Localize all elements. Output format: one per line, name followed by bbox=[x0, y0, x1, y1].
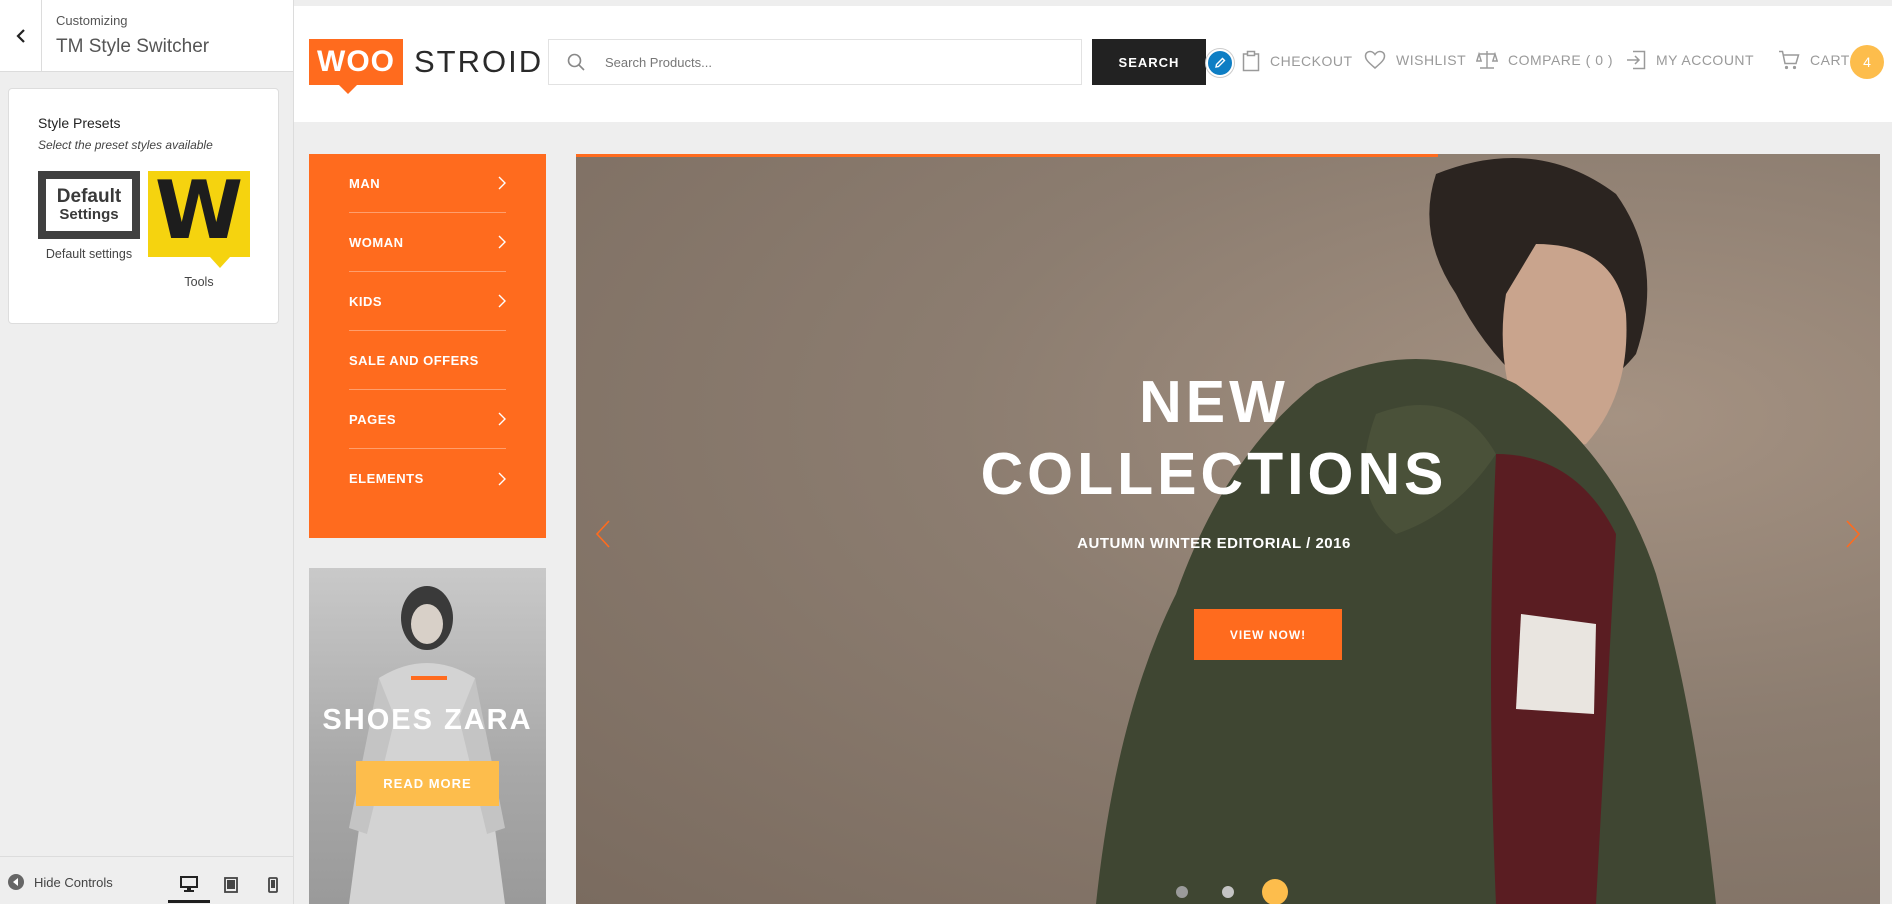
category-item-woman[interactable]: WOMAN bbox=[349, 213, 506, 272]
logo-wordmark: STROID bbox=[414, 44, 544, 79]
search-box bbox=[548, 39, 1082, 85]
slider-dot-3-active[interactable] bbox=[1262, 879, 1288, 904]
site-header: WOO STROID SEARCH CHECKOUT WISHLIST COMP… bbox=[294, 6, 1892, 122]
category-item-man[interactable]: MAN bbox=[349, 154, 506, 213]
slider-progress-bar bbox=[576, 154, 1438, 157]
preset-default-thumb-line2: Settings bbox=[59, 206, 119, 224]
style-presets-panel: Style Presets Select the preset styles a… bbox=[8, 88, 279, 324]
read-more-button[interactable]: READ MORE bbox=[356, 761, 499, 806]
category-menu: MAN WOMAN KIDS SALE AND OFFERS PAGES ELE… bbox=[309, 154, 546, 538]
collapse-arrow-icon bbox=[8, 874, 24, 890]
preview-mobile-button[interactable] bbox=[252, 867, 294, 903]
hero-title-line2: COLLECTIONS bbox=[980, 441, 1448, 507]
hide-controls-label: Hide Controls bbox=[34, 874, 113, 890]
chevron-left-icon bbox=[15, 29, 25, 43]
site-preview: WOO STROID SEARCH CHECKOUT WISHLIST COMP… bbox=[294, 0, 1892, 904]
chevron-right-icon bbox=[498, 176, 506, 190]
promo-title: SHOES ZARA bbox=[322, 704, 533, 736]
category-item-kids[interactable]: KIDS bbox=[349, 272, 506, 331]
chevron-right-icon bbox=[498, 472, 506, 485]
nav-my-account-label: MY ACCOUNT bbox=[1656, 52, 1755, 68]
category-label: ELEMENTS bbox=[349, 471, 424, 486]
category-label: MAN bbox=[349, 175, 381, 191]
customizer-breadcrumb: Customizing bbox=[56, 13, 128, 28]
slider-dot-1[interactable] bbox=[1176, 886, 1188, 898]
category-item-sale-and-offers[interactable]: SALE AND OFFERS bbox=[349, 331, 506, 390]
promo-accent-line bbox=[411, 676, 447, 680]
hero-model-photo bbox=[1096, 158, 1716, 904]
nav-cart-label: CART bbox=[1810, 52, 1850, 68]
hero-title-line1: NEW bbox=[1139, 369, 1289, 435]
search-button[interactable]: SEARCH bbox=[1092, 39, 1206, 85]
heart-icon bbox=[1364, 50, 1386, 69]
nav-checkout[interactable]: CHECKOUT bbox=[1242, 50, 1353, 72]
view-now-button[interactable]: VIEW NOW! bbox=[1194, 609, 1342, 660]
chevron-right-icon bbox=[498, 412, 506, 426]
customizer-section-title: TM Style Switcher bbox=[56, 36, 210, 57]
preset-default-label: Default settings bbox=[45, 247, 133, 261]
mobile-icon bbox=[268, 877, 278, 893]
hero-subtitle: AUTUMN WINTER EDITORIAL / 2016 bbox=[1077, 535, 1351, 552]
customizer-footer: Hide Controls bbox=[0, 856, 293, 904]
nav-compare-label: COMPARE ( 0 ) bbox=[1508, 52, 1614, 68]
chevron-right-icon bbox=[498, 294, 506, 308]
login-icon bbox=[1627, 50, 1646, 70]
chevron-left-icon bbox=[595, 520, 610, 548]
shopping-cart-icon bbox=[1779, 50, 1800, 70]
chevron-right-icon bbox=[1846, 520, 1861, 548]
nav-wishlist-label: WISHLIST bbox=[1396, 52, 1467, 68]
slider-next-button[interactable] bbox=[1838, 516, 1868, 552]
slider-dot-2[interactable] bbox=[1222, 886, 1234, 898]
nav-cart[interactable]: CART bbox=[1778, 50, 1850, 70]
preset-tools-label: Tools bbox=[184, 275, 214, 289]
search-input[interactable] bbox=[603, 53, 1063, 71]
promo-banner: SHOES ZARA READ MORE bbox=[309, 568, 546, 904]
hide-controls-button[interactable]: Hide Controls bbox=[8, 874, 113, 890]
tablet-icon bbox=[224, 877, 238, 893]
clipboard-icon bbox=[1242, 50, 1260, 72]
scales-icon bbox=[1476, 51, 1498, 69]
nav-my-account[interactable]: MY ACCOUNT bbox=[1626, 50, 1754, 70]
preset-default-thumbnail: Default Settings bbox=[38, 171, 140, 239]
category-label: KIDS bbox=[349, 293, 383, 309]
preset-default-thumb-line1: Default bbox=[56, 186, 122, 208]
nav-wishlist[interactable]: WISHLIST bbox=[1364, 50, 1466, 70]
category-label: PAGES bbox=[349, 411, 397, 427]
style-presets-description: Select the preset styles available bbox=[38, 138, 213, 152]
logo-mark-text: WOO bbox=[317, 45, 395, 78]
customizer-header: Customizing TM Style Switcher bbox=[0, 0, 293, 72]
site-logo[interactable]: WOO STROID bbox=[309, 39, 544, 94]
style-presets-title: Style Presets bbox=[38, 115, 121, 131]
logo-mark: WOO bbox=[309, 39, 403, 94]
preset-tools-thumb-letter: W bbox=[154, 164, 244, 257]
customizer-sidebar: Customizing TM Style Switcher Style Pres… bbox=[0, 0, 294, 904]
category-item-elements[interactable]: ELEMENTS bbox=[349, 449, 506, 508]
nav-compare[interactable]: COMPARE ( 0 ) bbox=[1476, 50, 1613, 70]
preview-tablet-button[interactable] bbox=[210, 867, 252, 903]
preset-tools-thumbnail: W bbox=[148, 164, 250, 268]
hero-slider: NEW COLLECTIONS AUTUMN WINTER EDITORIAL … bbox=[576, 154, 1880, 904]
preview-desktop-button[interactable] bbox=[168, 867, 210, 903]
edit-shortcut-button[interactable] bbox=[1206, 49, 1234, 77]
category-label: WOMAN bbox=[349, 234, 404, 250]
back-button[interactable] bbox=[0, 0, 42, 72]
cart-count-badge: 4 bbox=[1850, 45, 1884, 79]
chevron-right-icon bbox=[498, 235, 506, 249]
category-label: SALE AND OFFERS bbox=[349, 352, 479, 368]
preset-default-settings[interactable]: Default Settings Default settings bbox=[38, 171, 140, 261]
pencil-icon bbox=[1215, 57, 1226, 68]
desktop-icon bbox=[180, 875, 198, 892]
category-item-pages[interactable]: PAGES bbox=[349, 390, 506, 449]
preset-tools[interactable]: W Tools bbox=[148, 171, 250, 289]
search-icon bbox=[549, 53, 603, 71]
slider-prev-button[interactable] bbox=[588, 516, 618, 552]
nav-checkout-label: CHECKOUT bbox=[1270, 53, 1353, 69]
preset-tools-notch bbox=[210, 257, 230, 268]
logo-mark-tail bbox=[339, 85, 357, 94]
